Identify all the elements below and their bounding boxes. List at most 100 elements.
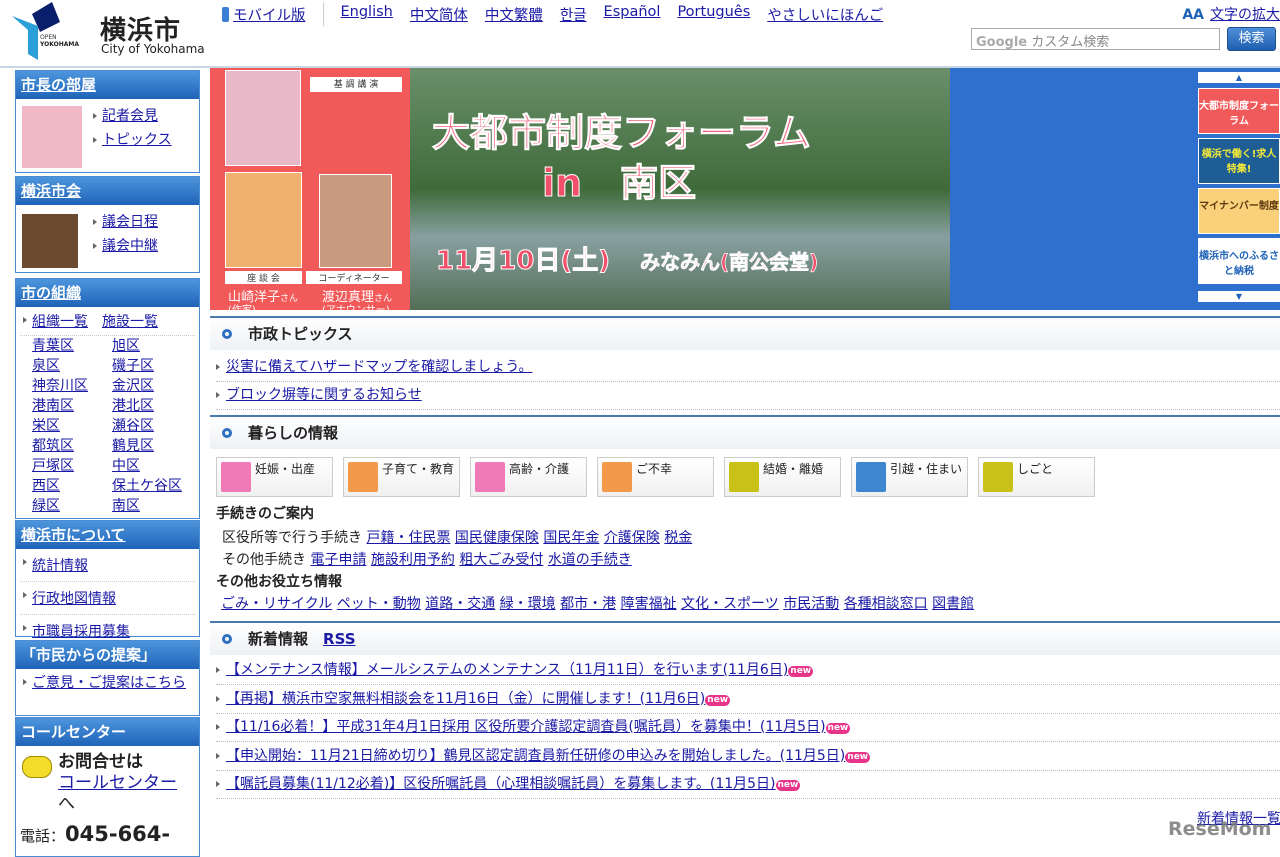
useful-info-link[interactable]: 緑・環境	[500, 596, 556, 612]
news-link[interactable]: 【メンテナンス情報】メールシステムのメンテナンス（11月11日）を行います(11…	[226, 662, 788, 678]
category-button[interactable]: しごと	[978, 457, 1095, 497]
useful-info-link[interactable]: 障害福祉	[621, 596, 677, 612]
news-item: 【申込開始：11月21日締め切り】鶴見区認定調査員新任研修の申込みを開始しました…	[216, 743, 1280, 771]
council-schedule-link[interactable]: 議会日程	[102, 214, 158, 230]
ward-link[interactable]: 瀬谷区	[112, 416, 202, 436]
other-procedure-link[interactable]: 粗大ごみ受付	[459, 552, 543, 568]
mobile-label: モバイル版	[233, 8, 306, 24]
org-heading-link[interactable]: 市の組織	[21, 284, 81, 302]
search-placeholder: カスタム検索	[1031, 35, 1110, 50]
category-button[interactable]: 子育て・教育	[343, 457, 460, 497]
ward-link[interactable]: 神奈川区	[32, 376, 112, 396]
recruitment-link[interactable]: 市職員採用募集	[32, 624, 130, 640]
hero-banner[interactable]: 基 調 講 演 座 談 会 コーディネーター 山崎洋子さん (作家) 渡辺真理さ…	[210, 68, 1280, 316]
news-link[interactable]: 【申込開始：11月21日締め切り】鶴見区認定調査員新任研修の申込みを開始しました…	[226, 748, 845, 764]
rss-link[interactable]: RSS	[323, 630, 355, 648]
other-procedure-link[interactable]: 施設利用予約	[371, 552, 455, 568]
topics-link[interactable]: トピックス	[102, 132, 172, 148]
ward-link[interactable]: 緑区	[32, 496, 112, 516]
ward-link[interactable]: 金沢区	[112, 376, 202, 396]
ward-link[interactable]: 青葉区	[32, 336, 112, 356]
ward-link[interactable]: 港南区	[32, 396, 112, 416]
category-button[interactable]: ご不幸	[597, 457, 714, 497]
other-procedures-label: その他手続き	[222, 552, 306, 568]
new-badge: new	[788, 666, 814, 677]
font-size-link[interactable]: 文字の拡大	[1210, 7, 1280, 23]
mobile-link[interactable]: モバイル版	[222, 4, 306, 26]
category-button[interactable]: 妊娠・出産	[216, 457, 333, 497]
useful-info-link[interactable]: 図書館	[932, 596, 974, 612]
thumb-forum[interactable]: 大都市制度フォーラム	[1198, 88, 1280, 134]
mayor-heading-link[interactable]: 市長の部屋	[21, 76, 96, 94]
facility-list-link[interactable]: 施設一覧	[102, 314, 158, 330]
ward-link[interactable]: 保土ケ谷区	[112, 476, 202, 496]
ward-link[interactable]: 磯子区	[112, 356, 202, 376]
ward-link[interactable]: 旭区	[112, 336, 202, 356]
scroll-down-button[interactable]: ▼	[1198, 291, 1280, 302]
yokohama-logo[interactable]: OPEN YOKOHAMA 横浜市 City of Yokohama	[10, 2, 210, 62]
speaker-photo-1	[225, 70, 301, 166]
ward-link[interactable]: 中区	[112, 456, 202, 476]
lang-spanish[interactable]: Español	[604, 4, 661, 26]
ward-link[interactable]: 戸塚区	[32, 456, 112, 476]
topic-link[interactable]: ブロック塀等に関するお知らせ	[226, 387, 422, 403]
opinion-link[interactable]: ご意見・ご提案はこちら	[32, 675, 186, 691]
lang-korean[interactable]: 한글	[560, 4, 587, 26]
topic-item: 災害に備えてハザードマップを確認しましょう。	[216, 354, 1280, 382]
ward-link[interactable]: 南区	[112, 496, 202, 516]
search-button[interactable]: 検索	[1227, 27, 1276, 51]
callcenter-text: お問合せは	[58, 752, 143, 772]
category-label: ご不幸	[636, 462, 673, 476]
ward-link[interactable]: 西区	[32, 476, 112, 496]
lang-zh-hant[interactable]: 中文繁體	[485, 4, 543, 26]
thumb-mynumber[interactable]: マイナンバー制度	[1198, 188, 1280, 234]
scroll-up-button[interactable]: ▲	[1198, 72, 1280, 83]
council-stream-link[interactable]: 議会中継	[102, 238, 158, 254]
news-link[interactable]: 【再掲】横浜市空家無料相談会を11月16日（金）に開催します！(11月6日)	[226, 691, 705, 707]
callcenter-link[interactable]: コールセンター	[58, 773, 177, 793]
news-item: 【嘱託員募集(11/12必着)】区役所嘱託員（心理相談嘱託員）を募集します。(1…	[216, 771, 1280, 800]
category-button[interactable]: 引越・住まい	[851, 457, 968, 497]
news-link[interactable]: 【11/16必着！】平成31年4月1日採用 区役所要介護認定調査員(嘱託員）を募…	[226, 719, 826, 735]
ward-link[interactable]: 都筑区	[32, 436, 112, 456]
org-list-link[interactable]: 組織一覧	[32, 314, 88, 330]
lang-english[interactable]: English	[341, 4, 393, 26]
useful-info-link[interactable]: 文化・スポーツ	[681, 596, 779, 612]
useful-info-link[interactable]: 各種相談窓口	[844, 596, 928, 612]
callcenter-mascot-icon	[22, 756, 52, 778]
ward-link[interactable]: 鶴見区	[112, 436, 202, 456]
ward-link[interactable]: 栄区	[32, 416, 112, 436]
search-input[interactable]: Google カスタム検索	[971, 28, 1220, 50]
topic-link[interactable]: 災害に備えてハザードマップを確認しましょう。	[226, 359, 532, 375]
category-button[interactable]: 高齢・介護	[470, 457, 587, 497]
other-procedure-link[interactable]: 電子申請	[310, 552, 366, 568]
thumb-furusato[interactable]: 横浜市へのふるさと納税	[1198, 238, 1280, 284]
font-size-control[interactable]: AA 文字の拡大	[1182, 4, 1280, 24]
ward-procedure-link[interactable]: 介護保険	[604, 530, 660, 546]
category-icon	[856, 462, 886, 492]
ward-procedure-link[interactable]: 税金	[664, 530, 692, 546]
useful-info-link[interactable]: 市民活動	[783, 596, 839, 612]
council-heading-link[interactable]: 横浜市会	[21, 182, 81, 200]
ward-procedure-link[interactable]: 国民年金	[543, 530, 599, 546]
ward-link[interactable]: 港北区	[112, 396, 202, 416]
sidebar-about: 横浜市について 統計情報 行政地図情報 市職員採用募集	[15, 520, 200, 640]
statistics-link[interactable]: 統計情報	[32, 558, 88, 574]
press-conference-link[interactable]: 記者会見	[102, 108, 158, 124]
useful-info-link[interactable]: ペット・動物	[337, 596, 421, 612]
map-info-link[interactable]: 行政地図情報	[32, 591, 116, 607]
ward-procedure-link[interactable]: 戸籍・住民票	[366, 530, 450, 546]
ward-link[interactable]: 泉区	[32, 356, 112, 376]
lang-portuguese[interactable]: Português	[677, 4, 750, 26]
useful-info-link[interactable]: 道路・交通	[425, 596, 495, 612]
news-link[interactable]: 【嘱託員募集(11/12必着)】区役所嘱託員（心理相談嘱託員）を募集します。(1…	[226, 776, 776, 792]
ward-procedure-link[interactable]: 国民健康保険	[455, 530, 539, 546]
lang-easy-japanese[interactable]: やさしいにほんご	[767, 4, 883, 26]
about-heading-link[interactable]: 横浜市について	[21, 526, 126, 544]
useful-info-link[interactable]: ごみ・リサイクル	[221, 596, 332, 612]
thumb-jobs[interactable]: 横浜で働く!求人特集!	[1198, 138, 1280, 184]
category-button[interactable]: 結婚・離婚	[724, 457, 841, 497]
lang-zh-hans[interactable]: 中文简体	[410, 4, 468, 26]
useful-info-link[interactable]: 都市・港	[560, 596, 616, 612]
other-procedure-link[interactable]: 水道の手続き	[548, 552, 632, 568]
